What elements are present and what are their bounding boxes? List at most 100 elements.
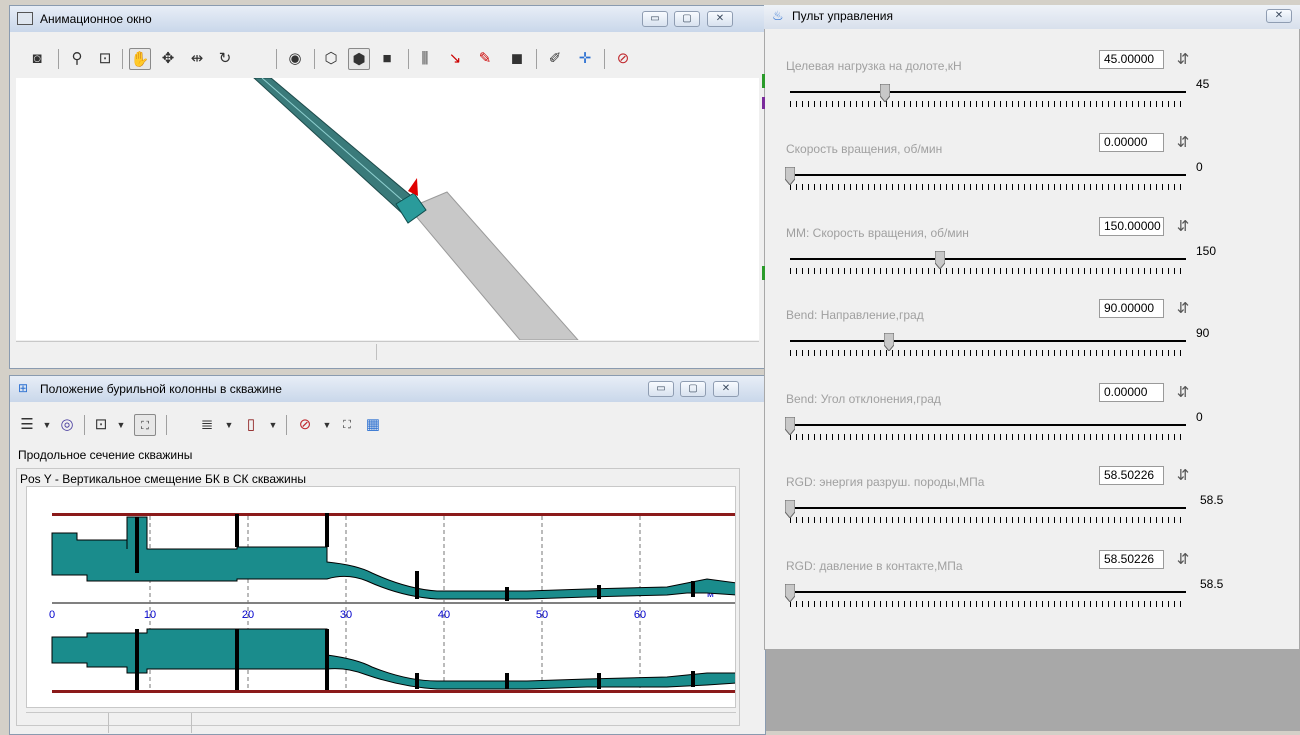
- close-button[interactable]: ✕: [707, 11, 733, 27]
- param-value-field[interactable]: 0.00000: [1099, 383, 1164, 402]
- dropdown-arrow-icon[interactable]: ▼: [316, 414, 338, 436]
- fit-view-icon[interactable]: ⛶: [336, 414, 358, 436]
- slider-thumb[interactable]: [784, 166, 796, 186]
- minimize-button[interactable]: ▭: [642, 11, 668, 27]
- close-button[interactable]: ✕: [1266, 9, 1292, 23]
- slider-track[interactable]: [790, 174, 1186, 176]
- rotate-lock-icon[interactable]: ↻: [214, 48, 236, 70]
- pencil-icon[interactable]: ✎: [474, 48, 496, 70]
- settings-icon[interactable]: ⊘: [612, 48, 634, 70]
- param-value-field[interactable]: 0.00000: [1099, 133, 1164, 152]
- 3d-viewport[interactable]: [16, 78, 759, 340]
- drill-string-icon[interactable]: ⫼: [414, 48, 436, 70]
- slider-track[interactable]: [790, 258, 1186, 260]
- spin-button-icon[interactable]: ⇵: [1170, 133, 1196, 153]
- slider-ticks: [790, 101, 1186, 107]
- dropdown-arrow-icon[interactable]: ▼: [36, 414, 58, 436]
- close-button[interactable]: ✕: [713, 381, 739, 397]
- list-icon[interactable]: ☰: [16, 414, 38, 436]
- slider-thumb[interactable]: [879, 83, 891, 103]
- dropdown-arrow-icon[interactable]: ▼: [218, 414, 240, 436]
- maximize-button[interactable]: ▢: [674, 11, 700, 27]
- table-icon[interactable]: ▦: [362, 414, 384, 436]
- wireframe-cube-icon[interactable]: ⬡: [320, 48, 342, 70]
- stabilizer-mark: [597, 585, 601, 599]
- param-label: RGD: энергия разруш. породы,МПа: [786, 475, 985, 489]
- stabilizer-mark: [597, 673, 601, 689]
- target-icon[interactable]: ◎: [56, 414, 78, 436]
- camera-icon[interactable]: ◙: [26, 48, 48, 70]
- maximize-button[interactable]: ▢: [680, 381, 706, 397]
- param-value-field[interactable]: 90.00000: [1099, 299, 1164, 318]
- orbit-icon[interactable]: ⇹: [186, 48, 208, 70]
- spin-button-icon[interactable]: ⇵: [1170, 299, 1196, 319]
- spin-button-icon[interactable]: ⇵: [1170, 383, 1196, 403]
- slider-value-label: 90: [1196, 326, 1210, 340]
- eye-icon[interactable]: ◉: [284, 48, 306, 70]
- animation-window-titlebar[interactable]: Анимационное окно ▭ ▢ ✕: [10, 6, 765, 32]
- animation-statusbar: [16, 341, 759, 362]
- well-position-window: ⊞ Положение бурильной колонны в скважине…: [9, 375, 766, 735]
- settings-icon[interactable]: ⊘: [294, 414, 316, 436]
- param-label: Целевая нагрузка на долоте,кН: [786, 59, 962, 73]
- stabilizer-mark: [325, 629, 329, 690]
- stabilizer-mark: [135, 517, 139, 573]
- x-tick-label: 40: [438, 609, 450, 621]
- zoom-window-icon[interactable]: ⊡: [90, 414, 112, 436]
- slider-track[interactable]: [790, 91, 1186, 93]
- slider-track[interactable]: [790, 591, 1186, 593]
- toolbar-separator: [58, 49, 59, 69]
- fit-view-icon[interactable]: ⛶: [134, 414, 156, 436]
- lower-bore-wall: [52, 690, 735, 693]
- panel-left-marker: [762, 266, 765, 280]
- drill-string-highlight: [261, 78, 411, 208]
- lower-background: [766, 650, 1300, 731]
- red-arrow-icon[interactable]: ↘: [444, 48, 466, 70]
- brush-icon[interactable]: ✐: [544, 48, 566, 70]
- layers-icon[interactable]: ≣: [196, 414, 218, 436]
- stabilizer-mark: [325, 513, 329, 547]
- param-value-field[interactable]: 58.50226: [1099, 466, 1164, 485]
- shaded-cube-icon[interactable]: ⬢: [348, 48, 370, 70]
- slider-track[interactable]: [790, 424, 1186, 426]
- toolbar-separator: [84, 415, 85, 435]
- status-divider: [376, 344, 377, 360]
- slider-ticks: [790, 184, 1186, 190]
- slider-thumb[interactable]: [883, 332, 895, 352]
- slider-track[interactable]: [790, 507, 1186, 509]
- rotate-icon[interactable]: ✥: [157, 48, 179, 70]
- param-value-field[interactable]: 58.50226: [1099, 550, 1164, 569]
- status-divider: [108, 713, 109, 733]
- spin-button-icon[interactable]: ⇵: [1170, 550, 1196, 570]
- spin-button-icon[interactable]: ⇵: [1170, 50, 1196, 70]
- param-value-field[interactable]: 45.00000: [1099, 50, 1164, 69]
- slider-thumb[interactable]: [934, 250, 946, 270]
- upper-pipe-profile: [51, 516, 735, 600]
- axes-icon[interactable]: ✛: [574, 48, 596, 70]
- toolbar-separator: [536, 49, 537, 69]
- bore-view-icon[interactable]: ▯: [240, 414, 262, 436]
- slider-ticks: [790, 517, 1186, 523]
- slider-value-label: 0: [1196, 160, 1203, 174]
- slider-value-label: 0: [1196, 410, 1203, 424]
- param-value-field[interactable]: 150.00000: [1099, 217, 1164, 236]
- slider-thumb[interactable]: [784, 416, 796, 436]
- spin-button-icon[interactable]: ⇵: [1170, 466, 1196, 486]
- borehole-shape: [408, 191, 579, 340]
- slider-thumb[interactable]: [784, 583, 796, 603]
- spin-button-icon[interactable]: ⇵: [1170, 217, 1196, 237]
- solid-cube-icon[interactable]: ■: [376, 48, 398, 70]
- slider-track[interactable]: [790, 340, 1186, 342]
- zoom-window-icon[interactable]: ⊡: [94, 48, 116, 70]
- well-window-titlebar[interactable]: ⊞ Положение бурильной колонны в скважине…: [10, 376, 765, 402]
- dropdown-arrow-icon[interactable]: ▼: [110, 414, 132, 436]
- panel-left-marker: [762, 97, 765, 109]
- window-app-icon: ⊞: [18, 381, 29, 395]
- stabilizer-mark: [135, 629, 139, 690]
- pan-hand-icon[interactable]: ✋: [129, 48, 151, 70]
- dropdown-arrow-icon[interactable]: ▼: [262, 414, 284, 436]
- minimize-button[interactable]: ▭: [648, 381, 674, 397]
- box-icon[interactable]: ◼: [506, 48, 528, 70]
- slider-thumb[interactable]: [784, 499, 796, 519]
- zoom-in-icon[interactable]: ⚲: [66, 48, 88, 70]
